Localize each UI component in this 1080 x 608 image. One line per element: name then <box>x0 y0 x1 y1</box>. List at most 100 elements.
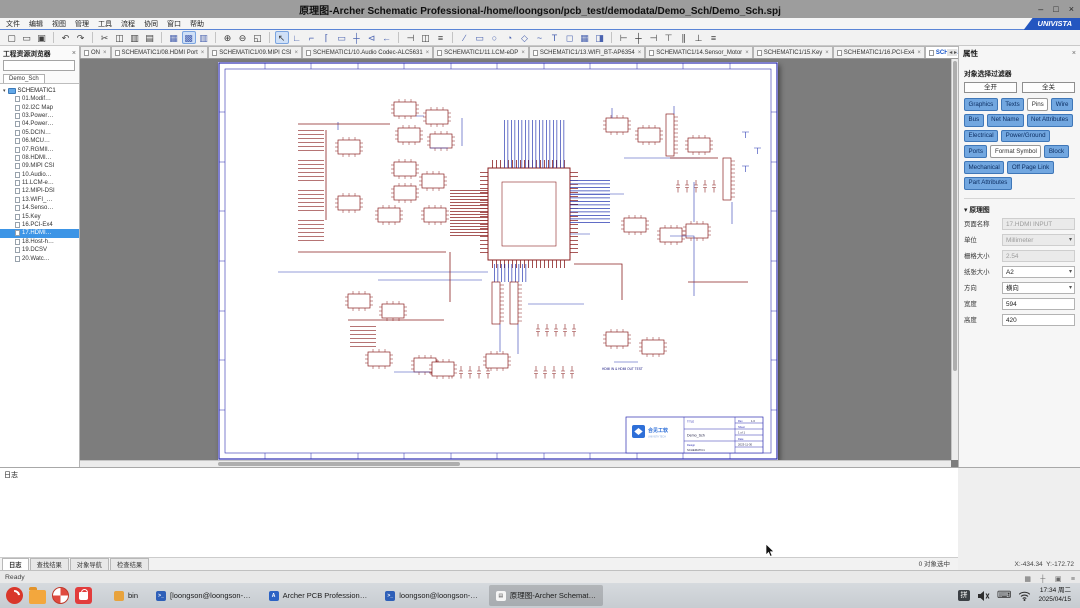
filter-chip-7[interactable]: Net Attributes <box>1027 114 1073 127</box>
filter-chip-14[interactable]: Off Page Link <box>1007 161 1053 174</box>
menu-item-4[interactable]: 管理 <box>75 19 89 29</box>
tree-page-7[interactable]: 07.RGMII… <box>0 145 79 153</box>
table-icon[interactable]: ▦ <box>578 31 592 44</box>
taskbar-window-4[interactable]: >_loongson@loongson-… <box>378 585 485 606</box>
filter-chip-5[interactable]: Bus <box>964 114 984 127</box>
zoom-out-icon[interactable]: ⊖ <box>236 31 250 44</box>
wire-icon[interactable]: ∟ <box>290 31 304 44</box>
circle-icon[interactable]: ○ <box>488 31 502 44</box>
maximize-button[interactable]: □ <box>1053 5 1058 14</box>
log-tab-2[interactable]: 查找结果 <box>30 558 69 570</box>
align-bottom-icon[interactable]: ⊥ <box>692 31 706 44</box>
filter-chip-1[interactable]: Graphics <box>964 98 998 111</box>
menu-item-2[interactable]: 编辑 <box>29 19 43 29</box>
filter-chip-3[interactable]: Pins <box>1027 98 1048 111</box>
filter-chip-4[interactable]: Wire <box>1051 98 1073 111</box>
paste-icon[interactable]: ▥ <box>128 31 142 44</box>
cut-icon[interactable]: ✂ <box>98 31 112 44</box>
horizontal-scrollbar[interactable] <box>80 460 951 467</box>
distribute-v-icon[interactable]: ≡ <box>707 31 721 44</box>
tree-page-16[interactable]: 16.PCI-Ex4 <box>0 221 79 229</box>
launcher-icon[interactable] <box>52 587 69 604</box>
field-4[interactable]: A2▾ <box>1002 266 1075 278</box>
tree-root[interactable]: ▾ SCHEMATIC1 <box>0 86 79 95</box>
taskbar-window-5[interactable]: ▤原理图-Archer Schemat… <box>489 585 603 606</box>
align-right-icon[interactable]: ⊣ <box>647 31 661 44</box>
grid-view-icon[interactable]: ▦ <box>167 31 181 44</box>
tree-page-17[interactable]: 17.HDMI… <box>0 229 79 237</box>
net-label-icon[interactable]: ⊣ <box>404 31 418 44</box>
tab-close-icon[interactable]: × <box>103 50 107 56</box>
tree-page-18[interactable]: 18.Host-h… <box>0 238 79 246</box>
tree-page-20[interactable]: 20.Watc… <box>0 254 79 262</box>
project-tab[interactable]: Demo_Sch <box>3 74 45 83</box>
filter-chip-12[interactable]: Block <box>1044 145 1068 158</box>
tree-page-3[interactable]: 03.Power… <box>0 112 79 120</box>
menu-item-7[interactable]: 协同 <box>144 19 158 29</box>
filter-chip-2[interactable]: Texts <box>1001 98 1024 111</box>
menu-item-5[interactable]: 工具 <box>98 19 112 29</box>
arc-icon[interactable]: ◔ <box>503 31 517 44</box>
distribute-h-icon[interactable]: ∥ <box>677 31 691 44</box>
port-icon[interactable]: ⊲ <box>365 31 379 44</box>
tree-page-5[interactable]: 05.DCIN… <box>0 129 79 137</box>
tab-close-icon[interactable]: × <box>638 50 642 56</box>
field-7[interactable]: 420 <box>1002 314 1075 326</box>
filter-chip-6[interactable]: Net Name <box>987 114 1024 127</box>
align-left-icon[interactable]: ⊢ <box>617 31 631 44</box>
crosshair-icon[interactable]: ┼ <box>1040 576 1045 583</box>
log-tab-1[interactable]: 日志 <box>2 558 29 570</box>
filter-chip-15[interactable]: Part Attributes <box>964 177 1012 190</box>
tree-page-4[interactable]: 04.Power… <box>0 120 79 128</box>
minimize-button[interactable]: – <box>1038 5 1043 14</box>
select-cursor-icon[interactable]: ↖ <box>275 31 289 44</box>
tree-page-12[interactable]: 12.MIPI-DSI <box>0 187 79 195</box>
tab-close-icon[interactable]: × <box>201 50 205 56</box>
redo-icon[interactable]: ↷ <box>74 31 88 44</box>
junction-icon[interactable]: ┼ <box>350 31 364 44</box>
block-icon[interactable]: ▭ <box>335 31 349 44</box>
sheet-icon[interactable]: ◨ <box>593 31 607 44</box>
tab-close-icon[interactable]: × <box>917 50 921 56</box>
copy-icon[interactable]: ◫ <box>113 31 127 44</box>
vertical-scrollbar[interactable] <box>951 59 958 460</box>
panel-view-icon[interactable]: ▥ <box>197 31 211 44</box>
filter-chip-11[interactable]: Format Symbol <box>990 145 1041 158</box>
filter-chip-13[interactable]: Mechanical <box>964 161 1004 174</box>
undo-icon[interactable]: ↶ <box>59 31 73 44</box>
text-icon[interactable]: T <box>548 31 562 44</box>
close-button[interactable]: × <box>1069 5 1074 14</box>
vscroll-thumb[interactable] <box>953 61 957 371</box>
image-icon[interactable]: ◻ <box>563 31 577 44</box>
tree-page-2[interactable]: 02.I2C Map <box>0 103 79 111</box>
spline-icon[interactable]: ~ <box>533 31 547 44</box>
all-off-button[interactable]: 全关 <box>1022 82 1075 93</box>
format-painter-icon[interactable]: ▤ <box>143 31 157 44</box>
taskbar-clock[interactable]: 17:34 周二 2025/04/15 <box>1038 587 1071 605</box>
tree-page-9[interactable]: 09.MIPI CSI <box>0 162 79 170</box>
tab-scroll-arrows[interactable]: ◂ ▸ <box>947 49 957 56</box>
tab-close-icon[interactable]: × <box>521 50 525 56</box>
hscroll-thumb[interactable] <box>218 462 460 466</box>
browser-icon[interactable] <box>6 587 23 604</box>
split-view-icon[interactable]: ▩ <box>182 31 196 44</box>
tree-page-15[interactable]: 15.Key <box>0 212 79 220</box>
menu-item-6[interactable]: 流程 <box>121 19 135 29</box>
tree-page-1[interactable]: 01.Modif… <box>0 95 79 103</box>
tree-page-6[interactable]: 06.MCU… <box>0 137 79 145</box>
list-icon[interactable]: ≡ <box>1071 576 1075 583</box>
log-tab-4[interactable]: 检查结果 <box>110 558 149 570</box>
menu-item-1[interactable]: 文件 <box>6 19 20 29</box>
tab-close-icon[interactable]: × <box>745 50 749 56</box>
file-manager-icon[interactable] <box>29 590 46 604</box>
schematic-page[interactable]: HDMI IN & HDMI OUT TEST 合见工软 UNIVISTA TE… <box>218 62 778 460</box>
tree-page-13[interactable]: 13.WIFI_… <box>0 196 79 204</box>
taskbar-window-1[interactable]: bin <box>107 585 145 606</box>
app-store-icon[interactable] <box>75 587 92 604</box>
polyline-icon[interactable]: ⌈ <box>320 31 334 44</box>
filter-chip-10[interactable]: Ports <box>964 145 987 158</box>
bus-icon[interactable]: ⌐ <box>305 31 319 44</box>
tab-8[interactable]: SCHEMATIC1/15.Key× <box>753 46 833 58</box>
new-file-icon[interactable]: ▢ <box>5 31 19 44</box>
tab-1[interactable]: ON× <box>80 46 111 58</box>
